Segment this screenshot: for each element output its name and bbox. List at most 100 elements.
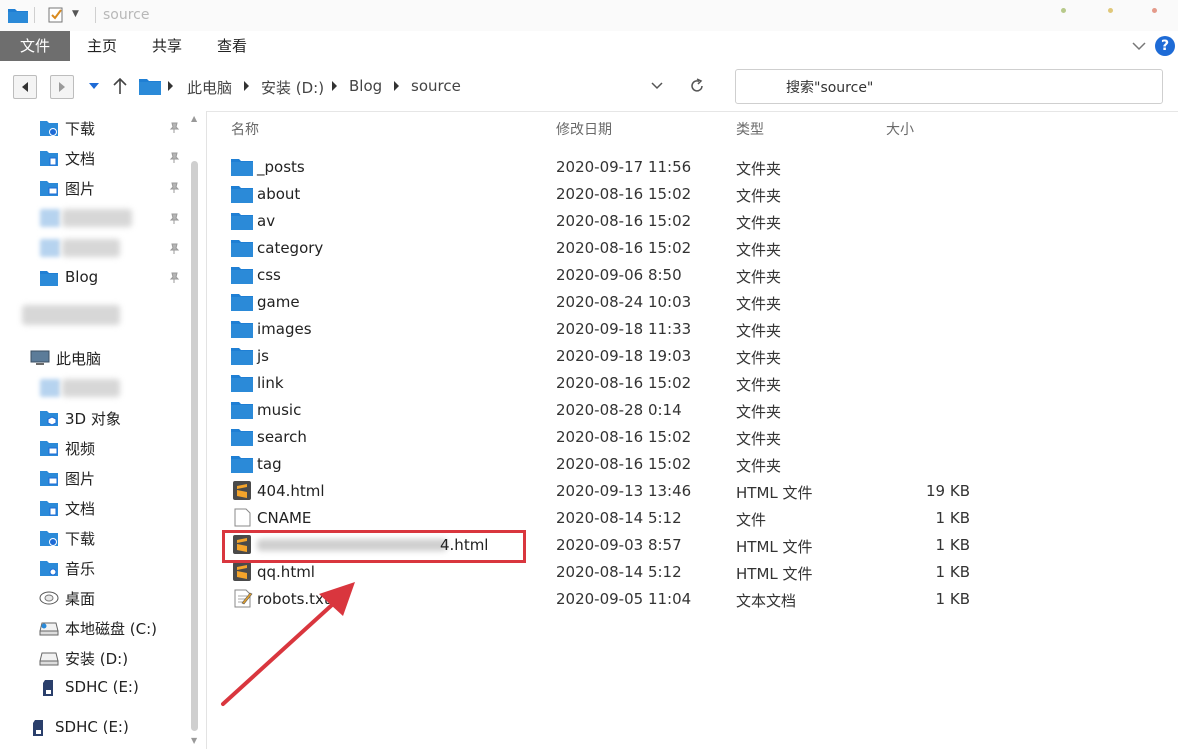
folder-icon	[231, 184, 253, 203]
breadcrumb-separator-icon[interactable]	[332, 81, 337, 91]
drive-icon	[39, 622, 59, 636]
file-row[interactable]: 404.html 2020-09-13 13:46 HTML 文件 19 KB	[222, 477, 1162, 504]
nav-item-drive-c[interactable]: 本地磁盘 (C:)	[39, 617, 189, 639]
folder-icon	[231, 400, 253, 419]
file-row[interactable]: about 2020-08-16 15:02 文件夹	[222, 180, 1162, 207]
file-name: 404.html	[257, 482, 325, 500]
file-date: 2020-08-16 15:02	[556, 185, 692, 203]
pin-icon[interactable]	[168, 272, 180, 284]
column-header-type[interactable]: 类型	[736, 119, 764, 139]
recent-locations-icon[interactable]	[88, 81, 100, 91]
nav-item-downloads[interactable]: 下载	[39, 117, 189, 139]
file-date: 2020-09-03 8:57	[556, 536, 682, 554]
file-row[interactable]: search 2020-08-16 15:02 文件夹	[222, 423, 1162, 450]
file-type: 文件夹	[736, 214, 782, 232]
file-row[interactable]: CNAME 2020-08-14 5:12 文件 1 KB	[222, 504, 1162, 531]
scroll-up-icon[interactable]: ▲	[191, 114, 197, 123]
nav-scrollbar-thumb[interactable]	[191, 161, 198, 731]
nav-item-music[interactable]: 音乐	[39, 557, 189, 579]
file-date: 2020-09-06 8:50	[556, 266, 682, 284]
sd-card-icon	[43, 680, 53, 696]
file-row[interactable]: av 2020-08-16 15:02 文件夹	[222, 207, 1162, 234]
nav-item-documents-pc[interactable]: 文档	[39, 497, 189, 519]
file-row[interactable]: game 2020-08-24 10:03 文件夹	[222, 288, 1162, 315]
refresh-icon[interactable]	[688, 77, 706, 95]
tab-view[interactable]: 查看	[208, 31, 256, 61]
pin-icon[interactable]	[168, 243, 180, 255]
folder-icon	[231, 373, 253, 392]
breadcrumb-this-pc[interactable]: 此电脑	[187, 77, 232, 98]
forward-button[interactable]	[50, 75, 74, 99]
file-row[interactable]: link 2020-08-16 15:02 文件夹	[222, 369, 1162, 396]
pin-icon[interactable]	[168, 152, 180, 164]
nav-item-videos[interactable]: 视频	[39, 437, 189, 459]
search-input[interactable]: 搜索"source"	[735, 69, 1163, 104]
nav-item-blog[interactable]: Blog	[39, 267, 189, 289]
nav-item-documents[interactable]: 文档	[39, 147, 189, 169]
file-row[interactable]: images 2020-09-18 11:33 文件夹	[222, 315, 1162, 342]
file-row[interactable]: css 2020-09-06 8:50 文件夹	[222, 261, 1162, 288]
file-type: 文件夹	[736, 349, 782, 367]
file-size: 19 KB	[926, 482, 970, 500]
file-size: 1 KB	[935, 509, 970, 527]
properties-icon[interactable]	[47, 6, 65, 24]
folder-icon[interactable]	[8, 7, 28, 23]
file-name: search	[257, 428, 307, 446]
breadcrumb-source[interactable]: source	[411, 77, 461, 95]
expand-ribbon-icon[interactable]	[1131, 38, 1147, 54]
column-header-date[interactable]: 修改日期	[556, 119, 612, 139]
back-button[interactable]	[13, 75, 37, 99]
breadcrumb-separator-icon[interactable]	[244, 81, 249, 91]
minimize-button[interactable]	[1061, 8, 1066, 13]
close-button[interactable]	[1152, 8, 1157, 13]
arrow-left-icon	[22, 82, 28, 92]
document-icon	[40, 151, 58, 166]
sd-card-icon	[33, 720, 43, 736]
pane-divider[interactable]	[206, 111, 207, 749]
file-type: 文件夹	[736, 403, 782, 421]
breadcrumb-separator-icon[interactable]	[394, 81, 399, 91]
tab-file[interactable]: 文件	[0, 31, 70, 61]
scroll-down-icon[interactable]: ▼	[191, 736, 197, 745]
breadcrumb-blog[interactable]: Blog	[349, 77, 382, 95]
nav-item-drive-d[interactable]: 安装 (D:)	[39, 647, 189, 669]
nav-item-desktop[interactable]: 桌面	[39, 587, 189, 609]
tab-home[interactable]: 主页	[78, 31, 126, 61]
column-header-size[interactable]: 大小	[886, 119, 914, 139]
music-icon	[40, 561, 58, 576]
file-row[interactable]: music 2020-08-28 0:14 文件夹	[222, 396, 1162, 423]
nav-item-3d-objects[interactable]: 3D 对象	[39, 407, 189, 429]
pin-icon[interactable]	[168, 213, 180, 225]
file-date: 2020-08-14 5:12	[556, 563, 682, 581]
tab-share[interactable]: 共享	[143, 31, 191, 61]
file-row[interactable]: category 2020-08-16 15:02 文件夹	[222, 234, 1162, 261]
up-arrow-icon[interactable]	[112, 77, 128, 95]
nav-item-downloads-pc[interactable]: 下载	[39, 527, 189, 549]
nav-item-pictures-pc[interactable]: 图片	[39, 467, 189, 489]
pin-icon[interactable]	[168, 122, 180, 134]
breadcrumb-separator-icon[interactable]	[168, 81, 173, 91]
file-type: 文件夹	[736, 376, 782, 394]
download-icon	[40, 121, 58, 136]
folder-icon	[231, 157, 253, 176]
file-date: 2020-08-16 15:02	[556, 428, 692, 446]
maximize-button[interactable]	[1108, 8, 1113, 13]
nav-item-pictures[interactable]: 图片	[39, 177, 189, 199]
nav-item-sdhc-e[interactable]: SDHC (E:)	[39, 677, 189, 699]
file-row[interactable]: tag 2020-08-16 15:02 文件夹	[222, 450, 1162, 477]
breadcrumb-drive-d[interactable]: 安装 (D:)	[261, 77, 324, 98]
quick-access-dropdown-icon[interactable]: ▼	[72, 9, 79, 19]
help-button[interactable]: ?	[1155, 36, 1175, 56]
nav-item-sdhc-e-root[interactable]: SDHC (E:)	[29, 717, 189, 739]
drive-icon	[39, 652, 59, 666]
file-row[interactable]: _posts 2020-09-17 11:56 文件夹	[222, 153, 1162, 180]
pin-icon[interactable]	[168, 182, 180, 194]
download-icon	[40, 531, 58, 546]
nav-item-this-pc[interactable]: 此电脑	[30, 347, 190, 369]
file-type: 文件夹	[736, 457, 782, 475]
chevron-down-icon[interactable]	[650, 80, 664, 92]
ribbon-tabs: 文件 主页 共享 查看 ?	[0, 31, 1178, 61]
address-row: 此电脑 安装 (D:) Blog source 搜索"source"	[0, 61, 1178, 112]
column-header-name[interactable]: 名称	[231, 119, 259, 139]
file-row[interactable]: js 2020-09-18 19:03 文件夹	[222, 342, 1162, 369]
